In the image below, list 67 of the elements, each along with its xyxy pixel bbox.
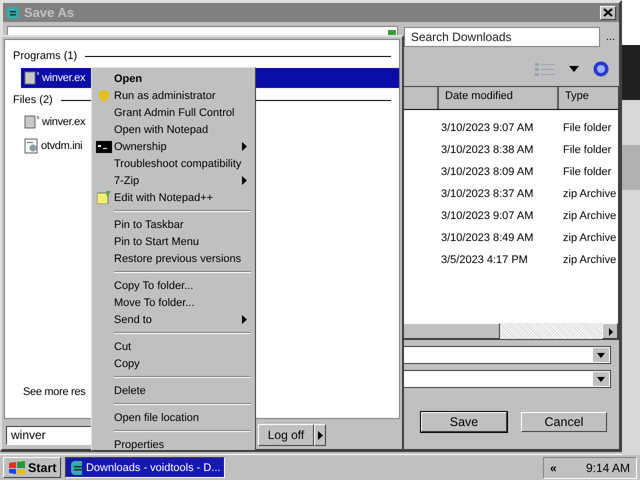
window-title: Save As	[24, 5, 76, 20]
type-cell: zip Archive	[563, 210, 616, 222]
column-header[interactable]: Date modified	[439, 87, 559, 109]
type-cell: zip Archive	[563, 254, 616, 266]
menu-item[interactable]: Open file location	[94, 409, 253, 426]
date-cell-text: 3/5/2023 4:17 PM	[441, 254, 529, 266]
app-icon	[6, 6, 20, 20]
date-cell-text: 3/10/2023 8:38 AM	[441, 144, 534, 156]
search-field[interactable]: Search Downloads	[404, 27, 600, 47]
help-icon[interactable]	[593, 61, 609, 77]
program-icon	[24, 71, 39, 85]
menu-item[interactable]: Open	[94, 70, 253, 87]
menu-item[interactable]: Edit with Notepad++	[94, 189, 253, 206]
result-item[interactable]: otvdm.ini	[21, 136, 82, 156]
notepad-icon	[97, 191, 111, 204]
column-header[interactable]: Type	[559, 87, 618, 109]
menu-item[interactable]: Send to	[94, 311, 253, 328]
menu-item[interactable]: Move To folder...	[94, 294, 253, 311]
more-button[interactable]: ...	[606, 31, 615, 43]
date-cell-text: 3/10/2023 8:37 AM	[441, 188, 534, 200]
shutdown-options-button[interactable]	[314, 424, 326, 446]
taskbar-button[interactable]: Downloads - voidtools - D...	[65, 457, 226, 478]
dropdown-icon[interactable]	[569, 66, 579, 72]
date-cell-text: 3/10/2023 9:07 AM	[441, 210, 534, 222]
menu-item[interactable]: Pin to Taskbar	[94, 216, 253, 233]
program-icon	[24, 115, 39, 129]
menu-item[interactable]: 7-Zip	[94, 172, 253, 189]
date-cell-text: 3/10/2023 9:07 AM	[441, 122, 534, 134]
settings-file-icon	[24, 138, 38, 154]
result-item[interactable]: winver.ex	[21, 112, 86, 132]
menu-item[interactable]: Run as administrator	[94, 87, 253, 104]
menu-item[interactable]: Ownership	[94, 138, 253, 155]
see-more-link[interactable]: See more res	[23, 386, 86, 398]
date-cell-text: 3/10/2023 8:09 AM	[441, 166, 534, 178]
log-off-button[interactable]: Log off	[258, 424, 314, 446]
type-cell: zip Archive	[563, 232, 616, 244]
type-cell: File folder	[563, 144, 612, 156]
menu-item[interactable]: Restore previous versions	[94, 250, 253, 267]
windows-logo-icon	[8, 460, 26, 476]
console-icon	[96, 140, 112, 152]
date-cell-text: 3/10/2023 8:49 AM	[441, 232, 534, 244]
arrow-right-icon	[318, 430, 322, 440]
type-cell: File folder	[563, 122, 612, 134]
dropdown-icon[interactable]	[597, 376, 605, 382]
clock: 9:14 AM	[586, 460, 630, 475]
cancel-button[interactable]: Cancel	[521, 412, 607, 432]
scroll-right-icon[interactable]	[602, 323, 618, 339]
group-header: Files (2)	[13, 94, 53, 106]
shield-icon	[99, 90, 109, 102]
menu-item[interactable]: Cut	[94, 338, 253, 355]
dropdown-icon[interactable]	[597, 352, 605, 358]
tray-toggle-button[interactable]: «	[550, 460, 557, 475]
type-cell: File folder	[563, 166, 612, 178]
menu-item[interactable]: Delete	[94, 382, 253, 399]
app-icon	[70, 460, 82, 476]
menu-item[interactable]: Copy	[94, 355, 253, 372]
start-button[interactable]: Start	[3, 457, 62, 478]
type-cell: zip Archive	[563, 188, 616, 200]
save-button[interactable]: Save	[421, 412, 507, 432]
menu-item[interactable]: Open with Notepad	[94, 121, 253, 138]
group-header: Programs (1)	[13, 50, 78, 62]
menu-item[interactable]: Troubleshoot compatibility	[94, 155, 253, 172]
menu-item[interactable]: Copy To folder...	[94, 277, 253, 294]
menu-item[interactable]: Grant Admin Full Control	[94, 104, 253, 121]
menu-item[interactable]: Properties	[94, 436, 253, 453]
menu-item[interactable]: Pin to Start Menu	[94, 233, 253, 250]
close-button[interactable]	[600, 6, 616, 20]
